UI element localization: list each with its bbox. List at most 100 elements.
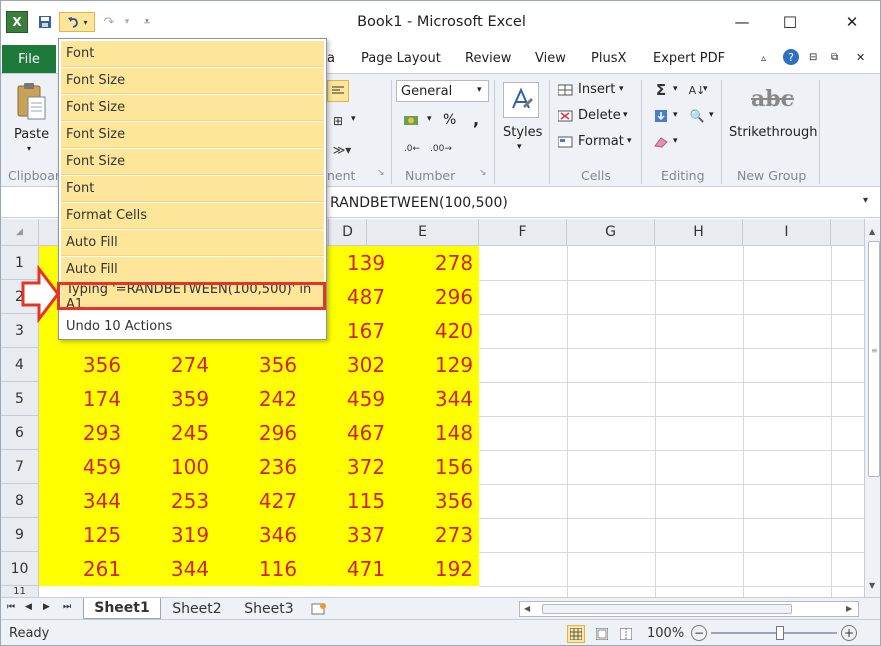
cell-d2[interactable]: 487: [329, 280, 403, 314]
next-sheet-icon[interactable]: ▶: [43, 602, 50, 612]
expand-formula-icon[interactable]: ▾: [863, 195, 868, 206]
insert-dropdown-icon[interactable]: ▾: [619, 84, 624, 94]
cell-e10[interactable]: 192: [417, 552, 491, 586]
cell-c10[interactable]: 116: [241, 552, 315, 586]
cell-a5[interactable]: 174: [65, 382, 139, 416]
cell-b4[interactable]: 274: [153, 348, 227, 382]
cell-b8[interactable]: 253: [153, 484, 227, 518]
alignment-launcher-icon[interactable]: ↘: [377, 168, 385, 178]
cell-a9[interactable]: 125: [65, 518, 139, 552]
clear-dropdown-icon[interactable]: ▾: [673, 136, 678, 146]
percent-button[interactable]: %: [443, 112, 456, 128]
prev-sheet-icon[interactable]: ◀: [25, 602, 32, 612]
format-cells-icon[interactable]: [557, 134, 575, 150]
cell-e4[interactable]: 129: [417, 348, 491, 382]
paste-button[interactable]: Paste: [14, 127, 49, 142]
column-header-g[interactable]: G: [567, 219, 655, 246]
page-layout-view-icon[interactable]: [593, 625, 611, 643]
orientation-icon[interactable]: ≫▾: [327, 140, 357, 160]
column-header-d[interactable]: D: [329, 219, 367, 246]
delete-button[interactable]: Delete: [578, 108, 621, 123]
close-button[interactable]: ✕: [837, 11, 867, 33]
column-header-e[interactable]: E: [367, 219, 479, 246]
undo-item-7[interactable]: Format Cells: [61, 203, 324, 229]
cell-b5[interactable]: 359: [153, 382, 227, 416]
tab-plusx[interactable]: PlusX: [591, 51, 626, 66]
number-format-dropdown[interactable]: General ▾: [396, 80, 489, 102]
cell-c9[interactable]: 346: [241, 518, 315, 552]
cell-d7[interactable]: 372: [329, 450, 403, 484]
cell-b6[interactable]: 245: [153, 416, 227, 450]
new-sheet-icon[interactable]: [307, 598, 331, 619]
comma-button[interactable]: ,: [473, 110, 479, 129]
file-tab[interactable]: File: [2, 45, 56, 73]
minimize-ribbon-icon[interactable]: ▵: [761, 53, 766, 64]
cell-d8[interactable]: 115: [329, 484, 403, 518]
cell-e7[interactable]: 156: [417, 450, 491, 484]
cell-a6[interactable]: 293: [65, 416, 139, 450]
column-header-h[interactable]: H: [655, 219, 743, 246]
strikethrough-button[interactable]: Strikethrough: [729, 125, 817, 140]
undo-item-6[interactable]: Font: [61, 176, 324, 202]
sort-dropdown-icon[interactable]: ▾: [703, 84, 708, 94]
decrease-decimal-icon[interactable]: .00→: [429, 140, 453, 158]
cell-d1[interactable]: 139: [329, 246, 403, 280]
scroll-right-icon[interactable]: ▶: [846, 604, 852, 613]
row-header-7[interactable]: 7: [1, 450, 39, 484]
paste-dropdown-icon[interactable]: ▾: [27, 144, 31, 153]
undo-item-9[interactable]: Auto Fill: [61, 257, 324, 283]
find-dropdown-icon[interactable]: ▾: [709, 110, 714, 120]
cell-b10[interactable]: 344: [153, 552, 227, 586]
customize-qat-icon[interactable]: ⩡: [137, 12, 157, 32]
row-header-9[interactable]: 9: [1, 518, 39, 552]
cell-c7[interactable]: 236: [241, 450, 315, 484]
page-break-view-icon[interactable]: [617, 625, 635, 643]
cell-d3[interactable]: 167: [329, 314, 403, 348]
row-header-8[interactable]: 8: [1, 484, 39, 518]
cell-d5[interactable]: 459: [329, 382, 403, 416]
zoom-slider-track[interactable]: [711, 632, 837, 634]
tab-view[interactable]: View: [535, 51, 566, 66]
cell-b9[interactable]: 319: [153, 518, 227, 552]
merge-center-icon[interactable]: ⊞: [327, 110, 349, 132]
fill-dropdown-icon[interactable]: ▾: [673, 110, 678, 120]
align-left-icon[interactable]: [327, 80, 349, 102]
cell-c5[interactable]: 242: [241, 382, 315, 416]
redo-icon[interactable]: ↷: [99, 12, 119, 32]
strikethrough-icon[interactable]: abc: [751, 86, 794, 112]
styles-button[interactable]: Styles: [503, 125, 542, 140]
sum-icon[interactable]: Σ: [651, 81, 671, 99]
minimize-button[interactable]: —: [727, 11, 757, 33]
last-sheet-icon[interactable]: ⏭: [63, 602, 71, 612]
number-launcher-icon[interactable]: ↘: [479, 168, 487, 178]
cell-d10[interactable]: 471: [329, 552, 403, 586]
cell-c4[interactable]: 356: [241, 348, 315, 382]
row-header-11[interactable]: 11: [1, 586, 39, 597]
cell-e1[interactable]: 278: [417, 246, 491, 280]
tab-page-layout[interactable]: Page Layout: [361, 51, 441, 66]
cell-e5[interactable]: 344: [417, 382, 491, 416]
sum-dropdown-icon[interactable]: ▾: [673, 84, 678, 94]
cell-e8[interactable]: 356: [417, 484, 491, 518]
workbook-restore-icon[interactable]: ⧉: [831, 52, 838, 63]
clear-icon[interactable]: [651, 134, 671, 150]
undo-item-8[interactable]: Auto Fill: [61, 230, 324, 256]
column-header-f[interactable]: F: [479, 219, 567, 246]
undo-item-4[interactable]: Font Size: [61, 122, 324, 148]
tab-data-partial[interactable]: a: [327, 51, 335, 66]
undo-item-1[interactable]: Font: [61, 41, 324, 67]
zoom-level[interactable]: 100%: [647, 626, 684, 641]
find-select-icon[interactable]: 🔍: [687, 108, 707, 124]
row-header-5[interactable]: 5: [1, 382, 39, 416]
undo-item-3[interactable]: Font Size: [61, 95, 324, 121]
cell-d9[interactable]: 337: [329, 518, 403, 552]
formula-text[interactable]: RANDBETWEEN(100,500): [330, 195, 508, 211]
cell-e6[interactable]: 148: [417, 416, 491, 450]
scroll-left-icon[interactable]: ◀: [524, 604, 530, 613]
help-icon[interactable]: ?: [783, 49, 799, 65]
vertical-scrollbar[interactable]: ▲ ≡ ▼: [864, 219, 880, 597]
workbook-close-icon[interactable]: ✕: [856, 51, 865, 64]
styles-dropdown-icon[interactable]: ▾: [517, 142, 522, 152]
tab-expert-pdf[interactable]: Expert PDF: [653, 51, 725, 66]
sheet-tab-2[interactable]: Sheet2: [161, 598, 233, 619]
